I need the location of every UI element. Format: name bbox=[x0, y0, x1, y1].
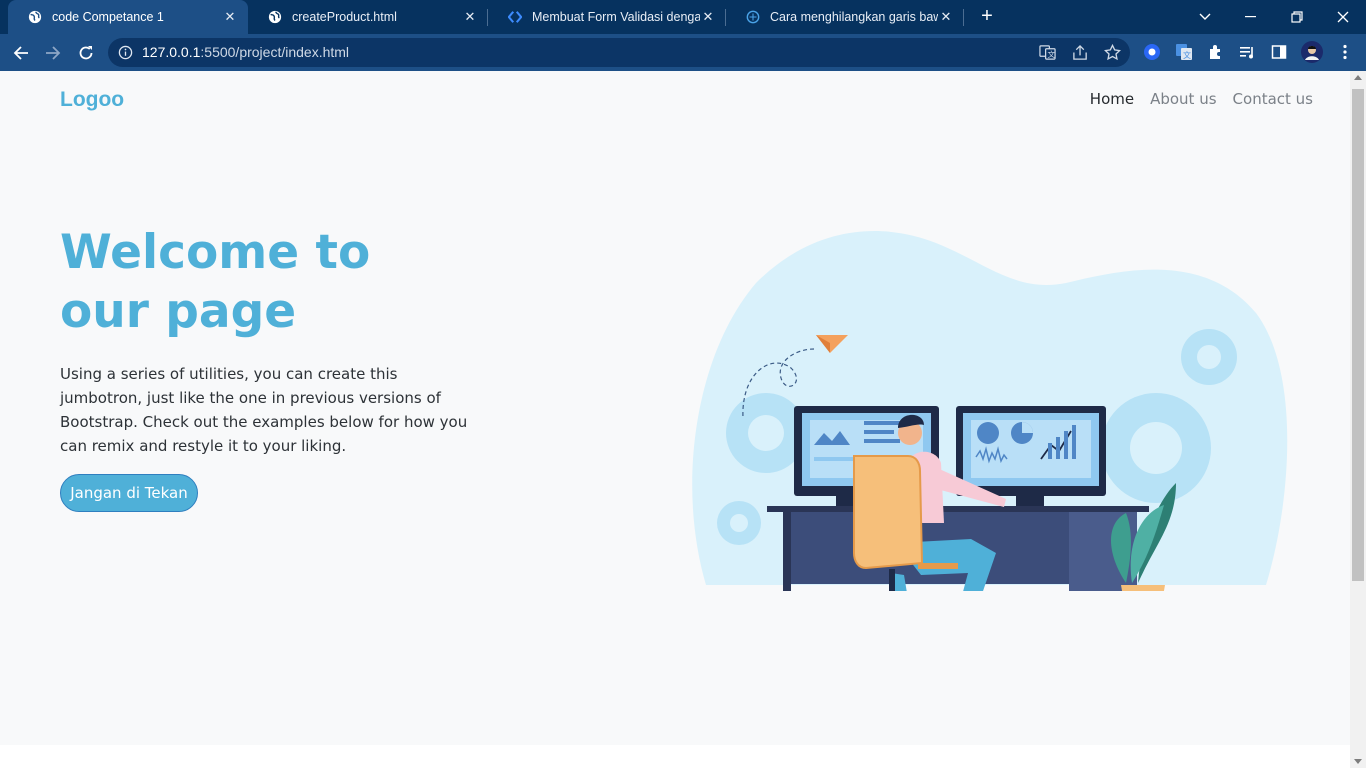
minimize-icon[interactable] bbox=[1228, 0, 1274, 34]
tab-title: Cara menghilangkan garis bawah bbox=[770, 10, 938, 24]
tab-close-icon[interactable]: ✕ bbox=[462, 9, 478, 25]
address-bar[interactable]: 127.0.0.1:5500/project/index.html 文 bbox=[108, 38, 1130, 67]
tab-create-product[interactable]: createProduct.html ✕ bbox=[248, 0, 488, 34]
main-nav: Home About us Contact us bbox=[1090, 90, 1313, 108]
svg-text:文: 文 bbox=[1183, 50, 1191, 60]
url-path: :5500/project/index.html bbox=[200, 44, 350, 60]
site-icon bbox=[746, 10, 760, 24]
hero-title-line2: our page bbox=[60, 284, 297, 339]
tab-title: createProduct.html bbox=[292, 10, 397, 24]
share-icon[interactable] bbox=[1072, 44, 1089, 65]
svg-text:文: 文 bbox=[1048, 49, 1056, 59]
nav-home-link[interactable]: Home bbox=[1090, 90, 1134, 108]
scrollbar-thumb[interactable] bbox=[1352, 89, 1364, 581]
page-footer-strip bbox=[0, 745, 1350, 768]
tab-garis-bawah[interactable]: Cara menghilangkan garis bawah ✕ bbox=[726, 0, 964, 34]
tab-form-validasi[interactable]: Membuat Form Validasi dengan ✕ bbox=[488, 0, 726, 34]
nav-about-link[interactable]: About us bbox=[1150, 90, 1216, 108]
google-translate-icon[interactable]: 文 bbox=[1175, 43, 1193, 61]
scroll-up-arrow-icon[interactable] bbox=[1354, 75, 1362, 80]
extension-circle-icon[interactable] bbox=[1143, 43, 1161, 61]
browser-toolbar: 127.0.0.1:5500/project/index.html 文 文 bbox=[0, 34, 1366, 71]
tab-close-icon[interactable]: ✕ bbox=[700, 9, 716, 25]
restore-icon[interactable] bbox=[1274, 0, 1320, 34]
site-info-icon[interactable] bbox=[118, 45, 133, 64]
tab-code-competance[interactable]: code Competance 1 ✕ bbox=[8, 0, 248, 34]
code-brackets-icon bbox=[508, 11, 522, 23]
site-logo[interactable]: Logoo bbox=[60, 88, 124, 112]
puzzle-extensions-icon[interactable] bbox=[1207, 43, 1225, 61]
scroll-down-arrow-icon[interactable] bbox=[1354, 759, 1362, 764]
globe-icon bbox=[268, 10, 282, 24]
reload-icon[interactable] bbox=[73, 40, 99, 66]
new-tab-button[interactable]: + bbox=[976, 5, 998, 27]
forward-arrow-icon[interactable] bbox=[40, 40, 66, 66]
media-playlist-icon[interactable] bbox=[1238, 43, 1256, 61]
developer-illustration bbox=[692, 231, 1288, 591]
translate-icon[interactable]: 文 bbox=[1039, 44, 1056, 65]
nav-contact-link[interactable]: Contact us bbox=[1233, 90, 1313, 108]
bookmark-star-icon[interactable] bbox=[1103, 43, 1122, 65]
close-window-icon[interactable] bbox=[1320, 0, 1366, 34]
page-viewport: Logoo Home About us Contact us Welcome t… bbox=[0, 71, 1350, 768]
profile-avatar[interactable] bbox=[1301, 41, 1323, 63]
hero-cta-button[interactable]: Jangan di Tekan bbox=[60, 474, 198, 512]
tab-separator bbox=[963, 9, 964, 26]
hero-description: Using a series of utilities, you can cre… bbox=[60, 365, 468, 455]
page-scrollbar[interactable] bbox=[1350, 71, 1366, 768]
tab-close-icon[interactable]: ✕ bbox=[222, 9, 238, 25]
globe-icon bbox=[28, 10, 42, 24]
tab-title: Membuat Form Validasi dengan bbox=[532, 10, 700, 24]
tab-close-icon[interactable]: ✕ bbox=[938, 9, 954, 25]
hero-title: Welcome to our page bbox=[60, 223, 480, 341]
tab-title: code Competance 1 bbox=[52, 10, 164, 24]
hero-title-line1: Welcome to bbox=[60, 225, 371, 280]
browser-menu-kebab-icon[interactable] bbox=[1336, 43, 1354, 61]
tab-search-chevron-icon[interactable] bbox=[1182, 0, 1228, 34]
url-text[interactable]: 127.0.0.1:5500/project/index.html bbox=[142, 44, 349, 60]
url-host: 127.0.0.1 bbox=[142, 44, 201, 60]
browser-tab-strip: code Competance 1 ✕ createProduct.html ✕… bbox=[0, 0, 1366, 34]
back-arrow-icon[interactable] bbox=[8, 40, 34, 66]
side-panel-icon[interactable] bbox=[1270, 43, 1288, 61]
